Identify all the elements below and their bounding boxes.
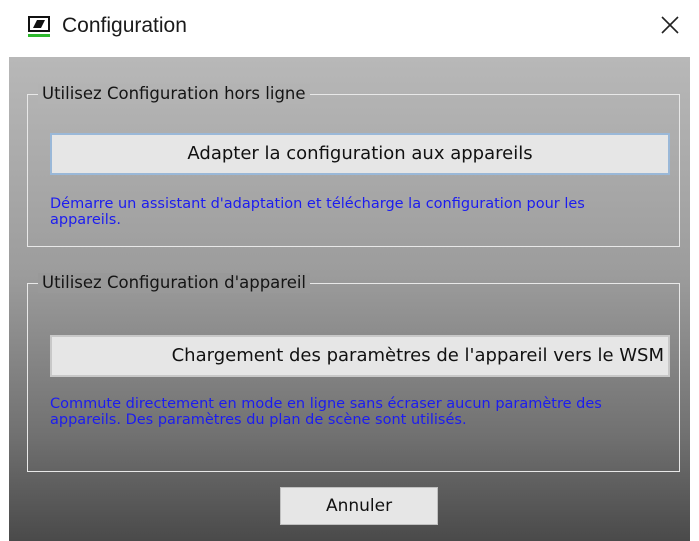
device-group-title: Utilisez Configuration d'appareil [38, 273, 311, 293]
adapt-config-button[interactable]: Adapter la configuration aux appareils [50, 133, 670, 175]
offline-group-title: Utilisez Configuration hors ligne [38, 84, 310, 104]
close-button[interactable] [653, 10, 687, 44]
configuration-dialog: Configuration Utilisez Configuration hor… [0, 0, 699, 541]
offline-description: Démarre un assistant d'adaptation et tél… [50, 196, 585, 228]
offline-config-group: Utilisez Configuration hors ligne Adapte… [27, 84, 680, 247]
dialog-body: Utilisez Configuration hors ligne Adapte… [9, 57, 690, 541]
load-device-params-button[interactable]: Chargement des paramètres de l'appareil … [50, 335, 670, 377]
cancel-button[interactable]: Annuler [280, 487, 438, 525]
device-config-group: Utilisez Configuration d'appareil Charge… [27, 273, 680, 472]
title-bar[interactable]: Configuration [0, 0, 699, 56]
close-icon [660, 15, 680, 39]
sennheiser-logo-icon [28, 16, 52, 38]
device-description: Commute directement en mode en ligne san… [50, 396, 602, 428]
window-title: Configuration [62, 14, 187, 37]
